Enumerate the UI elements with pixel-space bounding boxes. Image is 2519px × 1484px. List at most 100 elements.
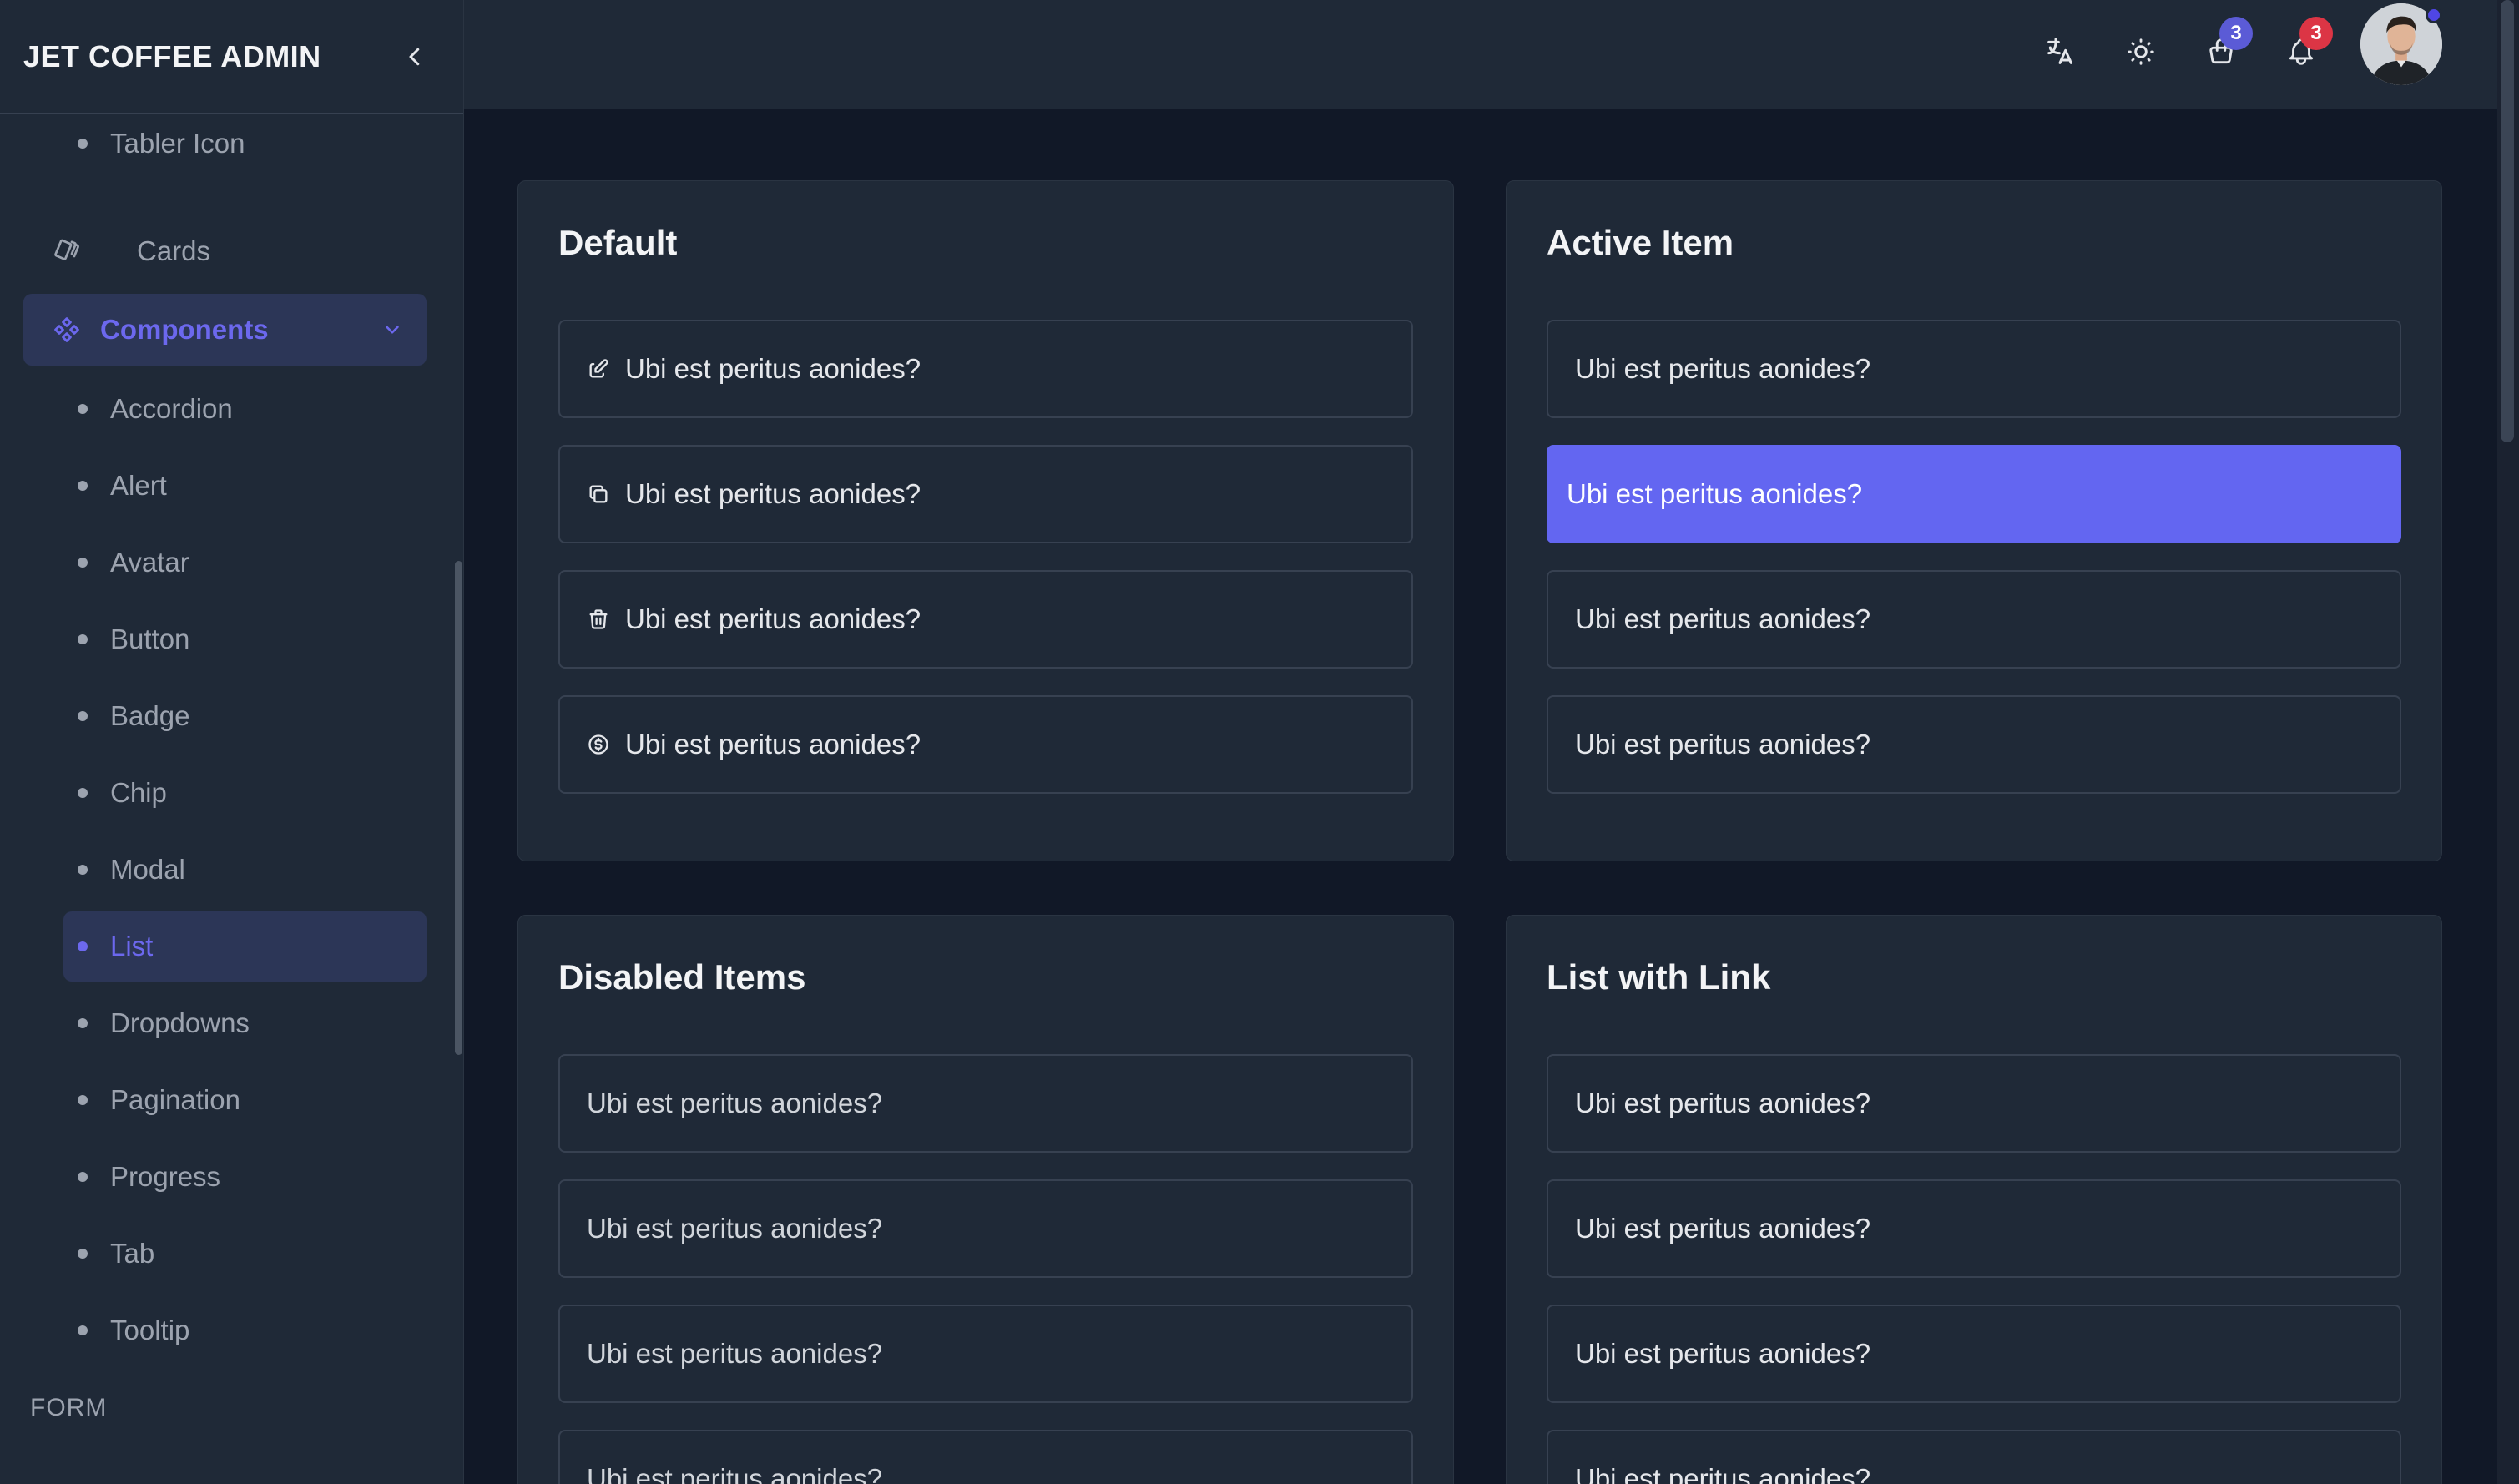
list-item-label: Ubi est peritus aonides?	[1575, 1463, 1871, 1484]
list-item[interactable]: Ubi est peritus aonides?	[558, 695, 1413, 794]
sidebar-item-accordion[interactable]: Accordion	[63, 374, 427, 444]
bullet-icon	[78, 1249, 88, 1259]
bullet-icon	[78, 865, 88, 875]
cart-count-badge: 3	[2219, 17, 2253, 50]
sidebar-item-cards[interactable]: Cards	[23, 215, 427, 287]
list-item-label: Ubi est peritus aonides?	[587, 1088, 883, 1118]
bullet-icon	[78, 139, 88, 149]
bullet-icon	[78, 941, 88, 951]
sidebar-item-modal[interactable]: Modal	[63, 835, 427, 905]
list-item-label: Ubi est peritus aonides?	[1567, 478, 1863, 509]
copy-icon	[589, 485, 608, 503]
list-item-link[interactable]: Ubi est peritus aonides?	[1547, 1179, 2401, 1278]
online-status-indicator	[2426, 7, 2442, 23]
sidebar-item-label: Tabler Icon	[110, 128, 245, 159]
sidebar-item-button[interactable]: Button	[63, 604, 427, 674]
list-item-disabled: Ubi est peritus aonides?	[558, 1430, 1413, 1484]
sidebar-item-label: Progress	[110, 1161, 221, 1192]
sidebar-item-label: Dropdowns	[110, 1007, 250, 1038]
sidebar-item-label: Button	[110, 623, 190, 654]
sidebar-item-tabler-icon[interactable]: Tabler Icon	[63, 114, 427, 179]
sidebar: JET COFFEE ADMIN Tabler Icon Cards Compo…	[0, 0, 464, 1484]
list-item[interactable]: Ubi est peritus aonides?	[1547, 695, 2401, 794]
language-button[interactable]	[2033, 25, 2087, 78]
sidebar-item-list[interactable]: List	[63, 911, 427, 982]
list-item[interactable]: Ubi est peritus aonides?	[558, 445, 1413, 543]
chevron-left-icon	[409, 48, 420, 65]
list-item-disabled: Ubi est peritus aonides?	[558, 1179, 1413, 1278]
list-item[interactable]: Ubi est peritus aonides?	[558, 570, 1413, 669]
list-item-label: Ubi est peritus aonides?	[587, 1463, 883, 1484]
sidebar-item-dropdowns[interactable]: Dropdowns	[63, 988, 427, 1058]
list-item-label: Ubi est peritus aonides?	[1575, 1338, 1871, 1369]
bullet-icon	[78, 404, 88, 414]
sidebar-scrollbar[interactable]	[455, 561, 462, 1055]
sidebar-item-label: Tooltip	[110, 1315, 190, 1345]
list-item-label: Ubi est peritus aonides?	[625, 603, 921, 634]
sidebar-item-chip[interactable]: Chip	[63, 758, 427, 828]
list-item-disabled: Ubi est peritus aonides?	[558, 1305, 1413, 1403]
list-item[interactable]: Ubi est peritus aonides?	[558, 320, 1413, 418]
card-title: Default	[558, 223, 678, 262]
sidebar-item-alert[interactable]: Alert	[63, 451, 427, 521]
sidebar-item-label: Avatar	[110, 547, 189, 578]
list-item[interactable]: Ubi est peritus aonides?	[1547, 570, 2401, 669]
sidebar-item-label: Cards	[137, 235, 211, 266]
card-title: Active Item	[1547, 223, 1734, 262]
list-item-label: Ubi est peritus aonides?	[1575, 353, 1871, 384]
list-item-label: Ubi est peritus aonides?	[625, 478, 921, 509]
bullet-icon	[78, 711, 88, 721]
sidebar-item-tooltip[interactable]: Tooltip	[63, 1295, 427, 1365]
bullet-icon	[78, 558, 88, 568]
list-item-link[interactable]: Ubi est peritus aonides?	[1547, 1305, 2401, 1403]
brand-bar: JET COFFEE ADMIN	[0, 0, 463, 114]
components-icon	[54, 317, 79, 342]
sidebar-group-components[interactable]: Components	[23, 294, 427, 366]
coin-icon	[588, 734, 608, 755]
bullet-icon	[78, 1325, 88, 1335]
list-item-label: Ubi est peritus aonides?	[587, 1338, 883, 1369]
sidebar-item-tab[interactable]: Tab	[63, 1219, 427, 1289]
collapse-sidebar-button[interactable]	[390, 32, 440, 82]
chevron-down-icon	[386, 326, 399, 334]
sidebar-item-badge[interactable]: Badge	[63, 681, 427, 751]
list-item[interactable]: Ubi est peritus aonides?	[1547, 320, 2401, 418]
brand-title: JET COFFEE ADMIN	[23, 38, 321, 73]
notifications-button[interactable]: 3	[2274, 17, 2333, 78]
sidebar-item-avatar[interactable]: Avatar	[63, 527, 427, 598]
bullet-icon	[78, 1095, 88, 1105]
page-scrollbar-thumb[interactable]	[2501, 0, 2514, 442]
translate-icon	[2047, 38, 2072, 64]
card-default: Default Ubi est peritus aonides? Ubi est…	[517, 180, 1454, 861]
cart-button[interactable]: 3	[2194, 17, 2253, 78]
list-item-label: Ubi est peritus aonides?	[1575, 1088, 1871, 1118]
list-item-link[interactable]: Ubi est peritus aonides?	[1547, 1430, 2401, 1484]
bullet-icon	[78, 481, 88, 491]
sidebar-item-label: Tab	[110, 1238, 155, 1269]
list-item-label: Ubi est peritus aonides?	[1575, 1213, 1871, 1244]
list-item-link[interactable]: Ubi est peritus aonides?	[1547, 1054, 2401, 1153]
sidebar-item-label: Modal	[110, 854, 185, 885]
list-item-label: Ubi est peritus aonides?	[1575, 729, 1871, 760]
card-title: List with Link	[1547, 957, 1771, 997]
sidebar-item-label: Badge	[110, 700, 190, 731]
sidebar-section-form: FORM	[30, 1394, 108, 1421]
sidebar-item-label: Accordion	[110, 393, 233, 424]
card-title: Disabled Items	[558, 957, 806, 997]
list-item-label: Ubi est peritus aonides?	[1575, 603, 1871, 634]
sidebar-group-label: Components	[100, 314, 269, 345]
trash-icon	[589, 609, 608, 629]
list-item-label: Ubi est peritus aonides?	[625, 729, 921, 760]
sidebar-item-label: Alert	[110, 470, 167, 501]
bullet-icon	[78, 1172, 88, 1182]
sidebar-item-label: Pagination	[110, 1084, 240, 1115]
bullet-icon	[78, 1018, 88, 1028]
theme-toggle-button[interactable]	[2114, 25, 2168, 78]
sidebar-item-label: Chip	[110, 777, 167, 808]
list-item-label: Ubi est peritus aonides?	[587, 1213, 883, 1244]
sidebar-item-label: List	[110, 931, 154, 962]
sidebar-item-progress[interactable]: Progress	[63, 1142, 427, 1212]
card-disabled-items: Disabled Items Ubi est peritus aonides? …	[517, 915, 1454, 1484]
list-item-active[interactable]: Ubi est peritus aonides?	[1547, 445, 2401, 543]
sidebar-item-pagination[interactable]: Pagination	[63, 1065, 427, 1135]
